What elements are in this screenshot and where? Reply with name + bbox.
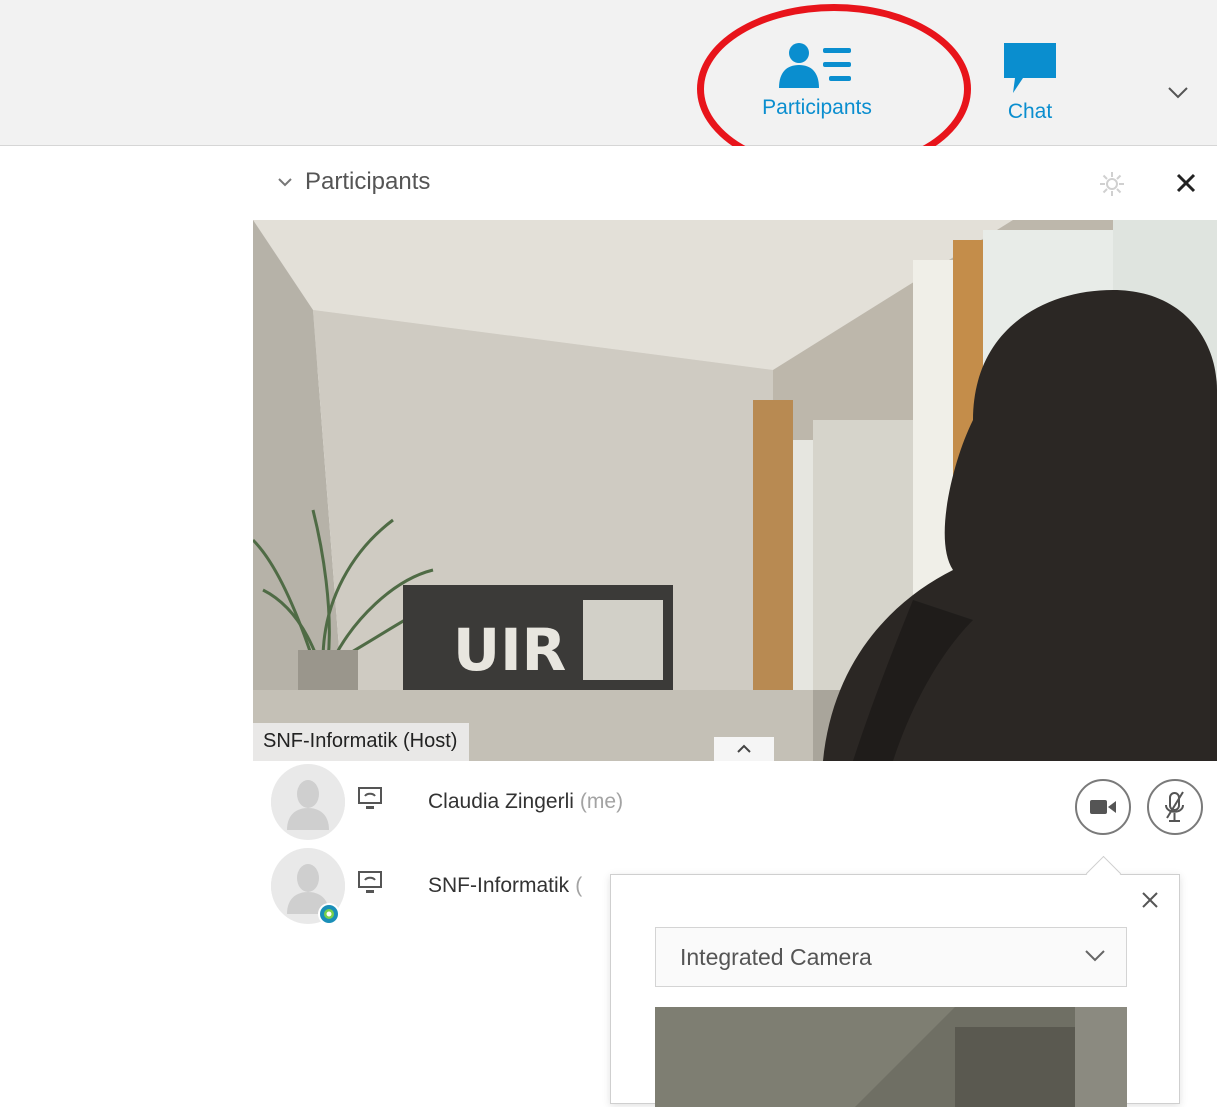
video-camera-button[interactable]	[1075, 779, 1131, 835]
participant-name: Claudia Zingerli (me)	[428, 790, 624, 813]
meeting-toolbar: Participants Chat	[0, 0, 1217, 146]
gear-icon[interactable]	[1098, 170, 1126, 198]
host-video-feed[interactable]: UIR SNF-Informatik (Host)	[253, 220, 1217, 761]
panel-header: Participants	[253, 146, 1217, 220]
mute-button[interactable]	[1147, 779, 1203, 835]
collapse-chevron-icon[interactable]	[275, 174, 295, 190]
participant-row[interactable]: Claudia Zingerli (me)	[271, 762, 1211, 842]
chat-button[interactable]: Chat	[990, 42, 1070, 124]
svg-text:UIR: UIR	[453, 616, 566, 684]
video-collapse-button[interactable]	[714, 737, 774, 761]
video-name-label: SNF-Informatik (Host)	[253, 723, 470, 761]
close-icon[interactable]	[1173, 170, 1199, 196]
mic-muted-icon	[1165, 791, 1184, 822]
presence-icon	[318, 903, 340, 925]
screen-share-icon	[358, 871, 382, 893]
participants-button-label: Participants	[762, 96, 872, 119]
camera-select-dropdown[interactable]: Integrated Camera	[655, 927, 1127, 987]
video-frame-image: UIR	[253, 220, 1217, 761]
avatar	[271, 764, 345, 840]
participant-name: SNF-Informatik(	[428, 874, 583, 897]
screen-share-icon	[358, 787, 382, 809]
more-options-button[interactable]	[1160, 78, 1196, 108]
camera-settings-popup: Integrated Camera	[610, 855, 1180, 1107]
camera-select-value: Integrated Camera	[680, 944, 872, 970]
chevron-down-icon	[1168, 87, 1188, 99]
video-camera-icon	[1090, 800, 1116, 814]
panel-title: Participants	[305, 168, 431, 195]
participant-me-tag: (me)	[579, 790, 624, 813]
chevron-up-icon	[737, 744, 751, 753]
chevron-down-icon	[1085, 950, 1105, 962]
chat-button-label: Chat	[1007, 100, 1053, 123]
participant-tag: (	[575, 874, 583, 897]
avatar	[271, 848, 345, 925]
chat-icon	[1004, 43, 1056, 93]
participants-button[interactable]: Participants	[752, 42, 882, 120]
close-icon[interactable]	[1139, 889, 1161, 911]
participants-icon	[779, 43, 851, 88]
camera-preview	[655, 1007, 1127, 1107]
